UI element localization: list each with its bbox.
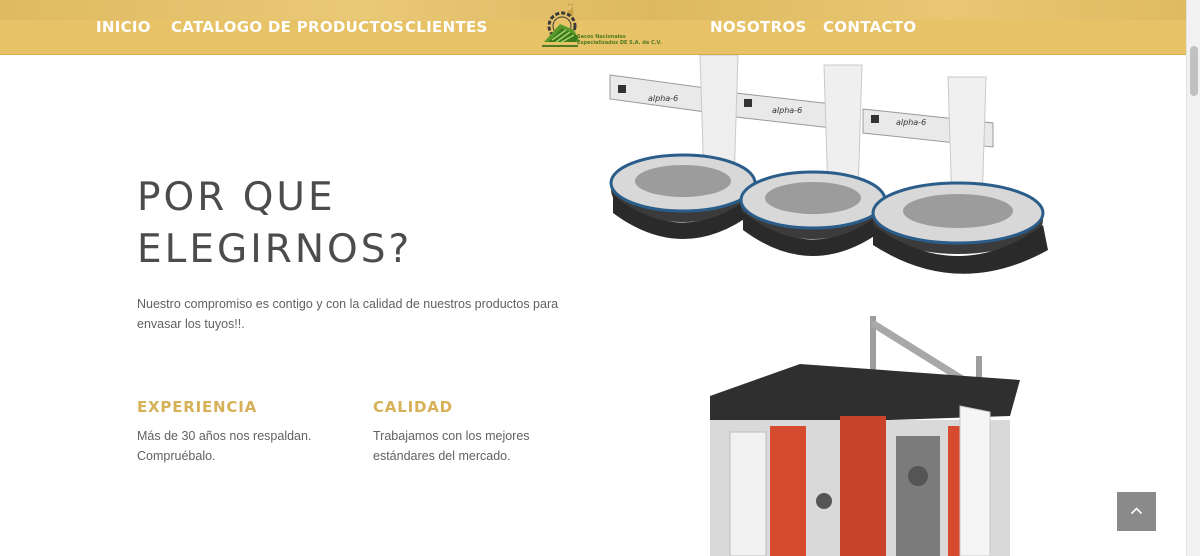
back-to-top-button[interactable] (1117, 492, 1156, 531)
section-headline: POR QUE ELEGIRNOS? (137, 172, 537, 276)
feature-text-experiencia: Más de 30 años nos respaldan. Compruébal… (137, 429, 312, 463)
chevron-up-icon (1130, 507, 1143, 515)
machine-red-panel-2 (840, 416, 886, 556)
nav-link-inicio[interactable]: INICIO (96, 17, 151, 37)
circular-loom-machine-image: alpha-6 alpha-6 alpha-6 (609, 55, 1048, 274)
company-logo[interactable]: Sacos Nacionales Especializados DE S.A. … (540, 2, 662, 54)
printing-machine-image (710, 316, 1020, 556)
machine-red-panel-1 (770, 426, 806, 556)
intro-paragraph: Nuestro compromiso es contigo y con la c… (137, 297, 559, 331)
feature-title-experiencia: EXPERIENCIA (137, 398, 257, 416)
headline-line-2: ELEGIRNOS? (137, 227, 413, 272)
logo-text-line-2: Especializados DE S.A. de C.V. (577, 40, 662, 46)
logo-emblem-icon (542, 4, 580, 47)
machine-header-beams: alpha-6 alpha-6 alpha-6 (609, 74, 994, 148)
top-navbar: INICIO CATALOGO DE PRODUCTOS CLIENTES Sa… (0, 0, 1186, 55)
machine-print-unit (896, 436, 940, 556)
nav-link-clientes[interactable]: CLIENTES (405, 17, 488, 37)
page-scrollbar[interactable] (1186, 0, 1200, 556)
machine-brand-label-2: alpha-6 (772, 106, 802, 115)
nav-link-nosotros[interactable]: NOSOTROS (710, 17, 807, 37)
page: INICIO CATALOGO DE PRODUCTOS CLIENTES Sa… (0, 0, 1200, 556)
nav-link-catalogo[interactable]: CATALOGO DE PRODUCTOS (171, 17, 404, 37)
feature-text-calidad: Trabajamos con los mejores estándares de… (373, 429, 530, 463)
scrollbar-thumb[interactable] (1190, 46, 1198, 96)
feature-title-calidad: CALIDAD (373, 398, 453, 416)
headline-line-1: POR QUE (137, 175, 336, 220)
nav-link-contacto[interactable]: CONTACTO (823, 17, 916, 37)
machine-film-roll (729, 431, 767, 556)
machine-brand-label-3: alpha-6 (896, 118, 926, 127)
machine-brand-label-1: alpha-6 (648, 94, 678, 103)
